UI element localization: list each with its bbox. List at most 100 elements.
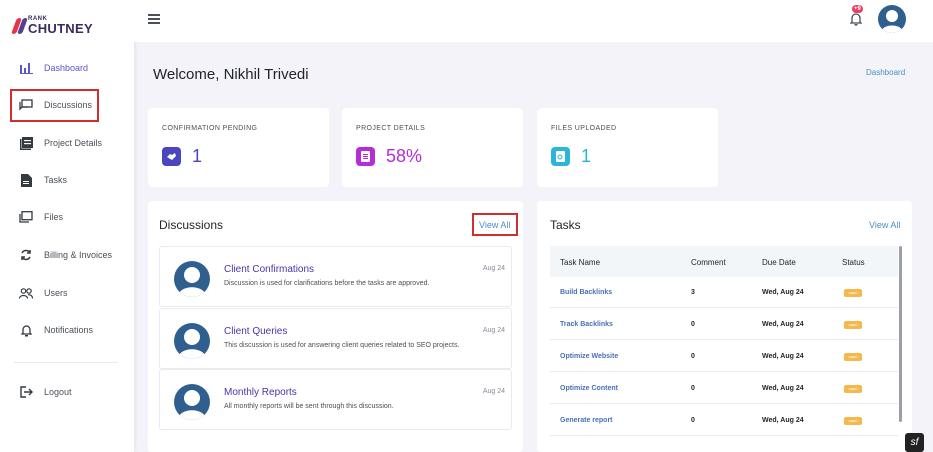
sidebar-divider bbox=[14, 362, 118, 363]
page-title: Welcome, Nikhil Trivedi bbox=[153, 66, 309, 83]
file-search-icon bbox=[551, 147, 570, 166]
user-avatar[interactable] bbox=[878, 5, 906, 33]
table-row: Optimize Website 0 Wed, Aug 24 open bbox=[550, 341, 898, 372]
table-row: Track Backlinks 0 Wed, Aug 24 open bbox=[550, 309, 898, 340]
stat-card-files-uploaded[interactable]: FILES UPLOADED 1 bbox=[537, 108, 718, 187]
status-badge: open bbox=[844, 417, 862, 425]
task-due-date: Wed, Aug 24 bbox=[762, 417, 804, 424]
discussion-date: Aug 24 bbox=[482, 327, 505, 334]
breadcrumb-dashboard[interactable]: Dashboard bbox=[866, 68, 905, 77]
bell-icon bbox=[18, 323, 34, 337]
stat-card-project-details[interactable]: PROJECT DETAILS 58% bbox=[342, 108, 523, 187]
task-comment-count: 0 bbox=[691, 353, 695, 360]
sidebar-item-users[interactable]: Users bbox=[18, 286, 68, 300]
sidebar-item-label: Dashboard bbox=[44, 63, 89, 73]
tasks-table-header: Task Name Comment Due Date Status bbox=[550, 246, 898, 277]
stat-value: 58% bbox=[386, 146, 423, 166]
logo-icon bbox=[11, 18, 28, 34]
task-due-date: Wed, Aug 24 bbox=[762, 385, 804, 392]
discussion-description: All monthly reports will be sent through… bbox=[224, 403, 394, 410]
discussions-title: Discussions bbox=[159, 218, 224, 232]
file-icon bbox=[18, 173, 34, 187]
sidebar: RANK CHUTNEY Dashboard Discussions Proje… bbox=[0, 0, 134, 452]
discussion-description: This discussion is used for answering cl… bbox=[224, 342, 460, 349]
topbar: +9 bbox=[134, 0, 933, 42]
sidebar-item-label: Billing & Invoices bbox=[44, 250, 113, 260]
view-all-highlight bbox=[472, 213, 518, 236]
notification-bell-icon[interactable] bbox=[849, 12, 863, 26]
stat-title: CONFIRMATION PENDING bbox=[162, 125, 258, 132]
document-icon bbox=[356, 147, 375, 166]
notification-count-badge: +9 bbox=[852, 5, 863, 13]
stat-value: 1 bbox=[581, 146, 592, 166]
task-due-date: Wed, Aug 24 bbox=[762, 289, 804, 296]
task-due-date: Wed, Aug 24 bbox=[762, 353, 804, 360]
files-icon bbox=[18, 210, 34, 224]
sidebar-item-label: Users bbox=[44, 288, 68, 298]
task-name-link[interactable]: Generate report bbox=[560, 417, 613, 424]
status-badge: open bbox=[844, 321, 862, 329]
sidebar-item-project-details[interactable]: Project Details bbox=[18, 136, 102, 150]
column-header: Due Date bbox=[762, 258, 796, 267]
avatar bbox=[174, 261, 210, 297]
users-icon bbox=[18, 286, 34, 300]
task-comment-count: 3 bbox=[691, 289, 695, 296]
sidebar-item-label: Notifications bbox=[44, 325, 94, 335]
discussion-date: Aug 24 bbox=[482, 265, 505, 272]
bar-chart-icon bbox=[18, 61, 34, 75]
avatar bbox=[174, 384, 210, 420]
status-badge: open bbox=[844, 353, 862, 361]
sidebar-item-billing[interactable]: Billing & Invoices bbox=[18, 248, 112, 262]
task-due-date: Wed, Aug 24 bbox=[762, 321, 804, 328]
discussion-item[interactable]: Client Queries This discussion is used f… bbox=[159, 308, 512, 369]
stat-card-confirmation-pending[interactable]: CONFIRMATION PENDING 1 bbox=[148, 108, 329, 187]
task-name-link[interactable]: Track Backlinks bbox=[560, 321, 613, 328]
discussion-item[interactable]: Client Confirmations Discussion is used … bbox=[159, 246, 512, 307]
logout-button[interactable]: Logout bbox=[18, 385, 72, 399]
status-badge: open bbox=[844, 289, 862, 297]
table-row: Build Backlinks 3 Wed, Aug 24 open bbox=[550, 277, 898, 308]
column-header: Comment bbox=[691, 258, 726, 267]
discussions-highlight bbox=[10, 89, 99, 122]
logout-icon bbox=[18, 385, 34, 399]
task-name-link[interactable]: Build Backlinks bbox=[560, 289, 612, 296]
discussion-title[interactable]: Monthly Reports bbox=[224, 387, 297, 398]
status-badge: open bbox=[844, 385, 862, 393]
sidebar-item-label: Tasks bbox=[44, 175, 68, 185]
column-header: Status bbox=[842, 258, 865, 267]
tasks-title: Tasks bbox=[550, 218, 581, 232]
sidebar-item-files[interactable]: Files bbox=[18, 210, 63, 224]
task-comment-count: 0 bbox=[691, 385, 695, 392]
discussion-item[interactable]: Monthly Reports All monthly reports will… bbox=[159, 369, 512, 430]
discussion-title[interactable]: Client Queries bbox=[224, 326, 287, 337]
handshake-icon bbox=[162, 147, 181, 166]
tasks-view-all-link[interactable]: View All bbox=[869, 220, 900, 230]
tasks-scrollbar[interactable] bbox=[899, 246, 902, 422]
column-header: Task Name bbox=[560, 258, 601, 267]
table-row: Generate report 0 Wed, Aug 24 open bbox=[550, 405, 898, 436]
debug-toolbar-icon[interactable]: sf bbox=[905, 433, 924, 452]
avatar bbox=[174, 323, 210, 359]
sidebar-item-label: Project Details bbox=[44, 138, 103, 148]
brand-logo[interactable]: RANK CHUTNEY bbox=[11, 16, 93, 36]
sidebar-item-tasks[interactable]: Tasks bbox=[18, 173, 67, 187]
table-row: Optimize Content 0 Wed, Aug 24 open bbox=[550, 373, 898, 404]
refresh-icon bbox=[18, 248, 34, 262]
stat-value: 1 bbox=[192, 146, 203, 166]
task-name-link[interactable]: Optimize Content bbox=[560, 385, 618, 392]
task-comment-count: 0 bbox=[691, 321, 695, 328]
logout-label: Logout bbox=[44, 387, 72, 397]
sidebar-item-label: Files bbox=[44, 212, 64, 222]
menu-toggle-icon[interactable] bbox=[148, 14, 160, 24]
task-comment-count: 0 bbox=[691, 417, 695, 424]
list-icon bbox=[18, 136, 34, 150]
stat-title: FILES UPLOADED bbox=[551, 125, 617, 132]
sidebar-item-notifications[interactable]: Notifications bbox=[18, 323, 93, 337]
task-name-link[interactable]: Optimize Website bbox=[560, 353, 618, 360]
discussion-description: Discussion is used for clarifications be… bbox=[224, 280, 430, 287]
brand-big: CHUTNEY bbox=[28, 21, 93, 36]
sidebar-item-dashboard[interactable]: Dashboard bbox=[18, 61, 88, 75]
discussion-date: Aug 24 bbox=[482, 388, 505, 395]
discussion-title[interactable]: Client Confirmations bbox=[224, 264, 314, 275]
stat-title: PROJECT DETAILS bbox=[356, 125, 426, 132]
